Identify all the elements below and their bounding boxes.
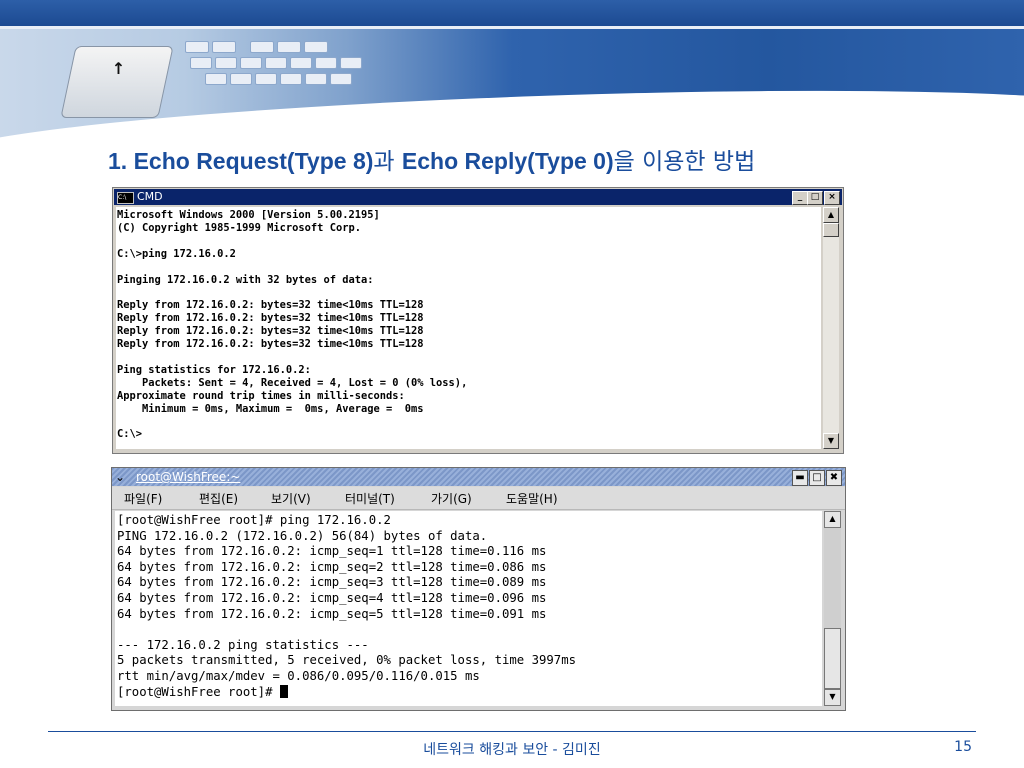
terminal-minimize-button[interactable]: ▬: [792, 470, 808, 486]
menu-edit[interactable]: 편집(E): [199, 490, 238, 507]
arrow-key-icon: ↑: [60, 46, 174, 118]
terminal-window: ⌄ root@WishFree:~ ▬ □ ✖ 파일(F) 편집(E) 보기(V…: [111, 467, 846, 711]
cmd-vertical-scrollbar[interactable]: ▲ ▼: [823, 207, 839, 449]
menu-view[interactable]: 보기(V): [271, 490, 311, 507]
terminal-menubar: 파일(F) 편집(E) 보기(V) 터미널(T) 가기(G) 도움말(H): [112, 487, 845, 510]
terminal-output[interactable]: [root@WishFree root]# ping 172.16.0.2 PI…: [115, 511, 822, 706]
cmd-system-icon[interactable]: C:\: [117, 192, 134, 204]
terminal-output-text: [root@WishFree root]# ping 172.16.0.2 PI…: [117, 513, 577, 683]
menu-terminal[interactable]: 터미널(T): [345, 490, 395, 507]
terminal-prompt: [root@WishFree root]#: [117, 684, 280, 699]
cmd-scroll-thumb[interactable]: [823, 223, 839, 237]
title-lead: 1. Echo Request(Type 8): [108, 148, 374, 174]
terminal-window-title: root@WishFree:~: [136, 470, 241, 484]
header-banner: ↑: [0, 0, 1024, 148]
terminal-close-button[interactable]: ✖: [826, 470, 842, 486]
terminal-maximize-button[interactable]: □: [809, 470, 825, 486]
cmd-window-title: CMD: [137, 190, 163, 203]
menu-go[interactable]: 가기(G): [431, 490, 472, 507]
footer-text: 네트워크 해킹과 보안 - 김미진: [423, 742, 601, 758]
terminal-vertical-scrollbar[interactable]: ▲ ▼: [824, 511, 841, 706]
slide-title: 1. Echo Request(Type 8)과 Echo Reply(Type…: [108, 142, 755, 176]
cmd-close-button[interactable]: ×: [824, 191, 840, 205]
cmd-scroll-up-button[interactable]: ▲: [823, 207, 839, 223]
cmd-output-text: Microsoft Windows 2000 [Version 5.00.219…: [117, 209, 468, 441]
footer-divider: [48, 731, 976, 732]
terminal-scroll-thumb[interactable]: [824, 628, 841, 689]
page-number: 15: [954, 739, 972, 755]
terminal-titlebar[interactable]: ⌄ root@WishFree:~ ▬ □ ✖: [112, 468, 845, 486]
cmd-scroll-down-button[interactable]: ▼: [823, 433, 839, 449]
text-cursor: [279, 684, 288, 698]
window-menu-icon[interactable]: ⌄: [115, 470, 129, 484]
terminal-scroll-up-button[interactable]: ▲: [824, 511, 841, 528]
cmd-window: C:\ CMD _ □ × Microsoft Windows 2000 [Ve…: [112, 187, 844, 454]
terminal-scroll-down-button[interactable]: ▼: [824, 689, 841, 706]
title-korean-1: 과: [373, 149, 402, 175]
title-korean-2: 을 이용한 방법: [613, 149, 756, 175]
menu-file[interactable]: 파일(F): [124, 490, 162, 507]
menu-help[interactable]: 도움말(H): [506, 490, 558, 507]
title-mid: Echo Reply(Type 0): [401, 148, 614, 174]
cmd-titlebar[interactable]: C:\ CMD _ □ ×: [114, 189, 842, 205]
cmd-maximize-button[interactable]: □: [807, 191, 823, 205]
cmd-minimize-button[interactable]: _: [792, 191, 808, 205]
banner-top-bar: [0, 0, 1024, 26]
cmd-console-output[interactable]: Microsoft Windows 2000 [Version 5.00.219…: [116, 207, 821, 449]
